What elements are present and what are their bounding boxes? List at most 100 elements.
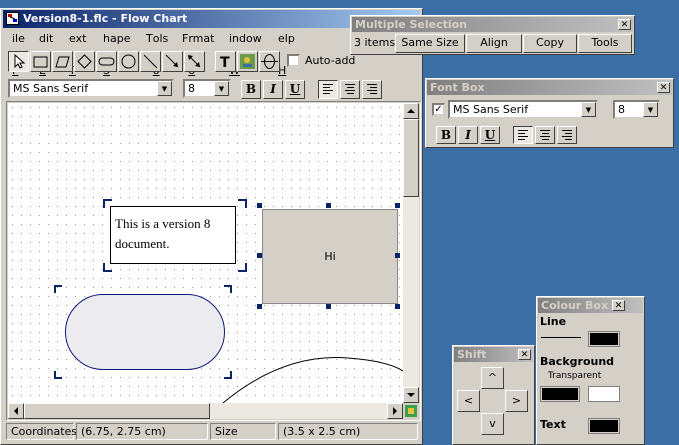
chevron-down-icon: ▼ [214,81,229,96]
menu-edit[interactable]: Edit [39,32,53,77]
double-arrow-tool[interactable] [184,51,205,72]
text-label: Text [540,418,566,431]
font-box-title-bar[interactable]: Font Box ✕ [427,80,672,95]
picture-tool[interactable] [237,51,258,72]
line-colour-swatch[interactable] [588,331,620,347]
align-left-button[interactable] [318,80,338,99]
coordinates-label: Coordinates [6,423,77,440]
font-size-select[interactable]: 8 ▼ [183,79,231,98]
auto-add-checkbox[interactable] [287,54,300,67]
shift-left-button[interactable]: < [457,390,480,412]
copy-button[interactable]: Copy [523,34,577,53]
font-box-align-left-button[interactable] [513,126,533,144]
close-icon[interactable]: ✕ [612,300,625,311]
drawing-canvas[interactable]: This is a version 8 document. Hi [8,103,403,403]
align-left-icon [518,130,528,142]
size-label: Size [210,423,276,440]
text-colour-swatch[interactable] [588,418,620,434]
pointer-tool[interactable] [8,51,29,72]
connector-tool[interactable] [259,51,280,72]
font-box-bold-button[interactable]: B [436,126,456,144]
line-label: Line [540,315,567,328]
background-secondary-swatch[interactable] [588,386,620,402]
colour-box-title: Colour Box [541,299,609,312]
multiple-selection-window: Multiple Selection ✕ 3 items Same Size A… [350,15,635,55]
background-colour-fill [542,388,578,400]
menu-shape[interactable]: Shape [103,32,130,77]
font-box-italic-button[interactable]: I [458,126,478,144]
size-grip-icon[interactable] [403,403,419,419]
align-center-button[interactable] [340,80,360,99]
font-box-align-center-button[interactable] [535,126,555,144]
ellipse-tool[interactable] [118,51,139,72]
colour-box-window: Colour Box ✕ Line Background Transparent… [536,296,645,445]
scroll-left-button[interactable] [8,403,24,419]
multiple-selection-title-bar[interactable]: Multiple Selection ✕ [352,17,633,32]
tools-button[interactable]: Tools [578,34,632,53]
italic-button[interactable]: I [263,80,283,99]
transparent-label: Transparent [548,371,602,381]
menu-tools[interactable]: Tools [146,32,168,77]
scroll-up-button[interactable] [403,103,419,119]
coordinates-value: (6.75, 2.75 cm) [76,423,208,440]
font-box-font-select[interactable]: MS Sans Serif ▼ [448,100,598,119]
line-style-sample [541,337,581,338]
shift-up-button[interactable]: ^ [481,367,504,389]
align-button[interactable]: Align [466,34,522,53]
scroll-right-button[interactable] [387,403,403,419]
font-box-checkbox[interactable]: ✓ [432,103,445,116]
rectangle-tool[interactable] [30,51,51,72]
window-title: Version8-1.flc - Flow Chart [23,12,188,25]
chevron-down-icon: ▼ [643,102,658,117]
font-box-align-right-button[interactable] [557,126,577,144]
shift-right-button[interactable]: > [505,390,528,412]
menu-text[interactable]: Text [69,32,86,77]
shift-window: Shift ✕ ^ < > v [452,345,535,445]
app-icon [6,12,19,25]
menu-window[interactable]: Window [229,32,262,77]
scroll-thumb[interactable] [403,119,419,197]
parallelogram-tool[interactable] [52,51,73,72]
scroll-down-button[interactable] [403,387,419,403]
text-colour-fill [590,420,618,432]
scroll-thumb[interactable] [24,403,210,419]
shift-title-bar[interactable]: Shift ✕ [454,347,533,362]
multiple-selection-title: Multiple Selection [355,18,468,31]
align-left-icon [323,84,333,96]
chevron-down-icon: ▼ [581,102,596,117]
horizontal-scrollbar[interactable] [8,403,403,419]
diamond-tool[interactable] [74,51,95,72]
align-center-icon [345,84,355,96]
menu-file[interactable]: File [12,32,25,77]
colour-box-title-bar[interactable]: Colour Box ✕ [538,298,643,313]
shift-title: Shift [457,348,487,361]
align-center-icon [540,130,550,142]
text-tool[interactable]: T [215,51,236,72]
align-right-icon [367,84,377,96]
size-value: (3.5 x 2.5 cm) [278,423,418,440]
background-colour-swatch[interactable] [540,386,580,402]
line-colour-fill [590,333,618,345]
shift-down-button[interactable]: v [481,413,504,435]
close-icon[interactable]: ✕ [518,349,531,360]
rounded-rect-tool[interactable] [96,51,117,72]
underline-button[interactable]: U [285,80,305,99]
arrow-tool[interactable] [162,51,183,72]
align-right-icon [562,130,572,142]
close-icon[interactable]: ✕ [618,19,631,30]
bold-button[interactable]: B [241,80,261,99]
menu-help[interactable]: Help [278,32,295,77]
chevron-down-icon: ▼ [157,81,172,96]
line-tool[interactable] [140,51,161,72]
font-box-underline-button[interactable]: U [480,126,500,144]
align-right-button[interactable] [362,80,382,99]
svg-text:T: T [220,55,230,71]
same-size-button[interactable]: Same Size [395,34,465,53]
menu-format[interactable]: Format [182,32,214,77]
vertical-scrollbar[interactable] [403,103,419,403]
font-box-size-select[interactable]: 8 ▼ [613,100,660,119]
close-icon[interactable]: ✕ [657,82,670,93]
font-name-select[interactable]: MS Sans Serif ▼ [8,79,174,98]
arc-shape[interactable] [8,103,403,403]
font-box-title: Font Box [430,81,485,94]
